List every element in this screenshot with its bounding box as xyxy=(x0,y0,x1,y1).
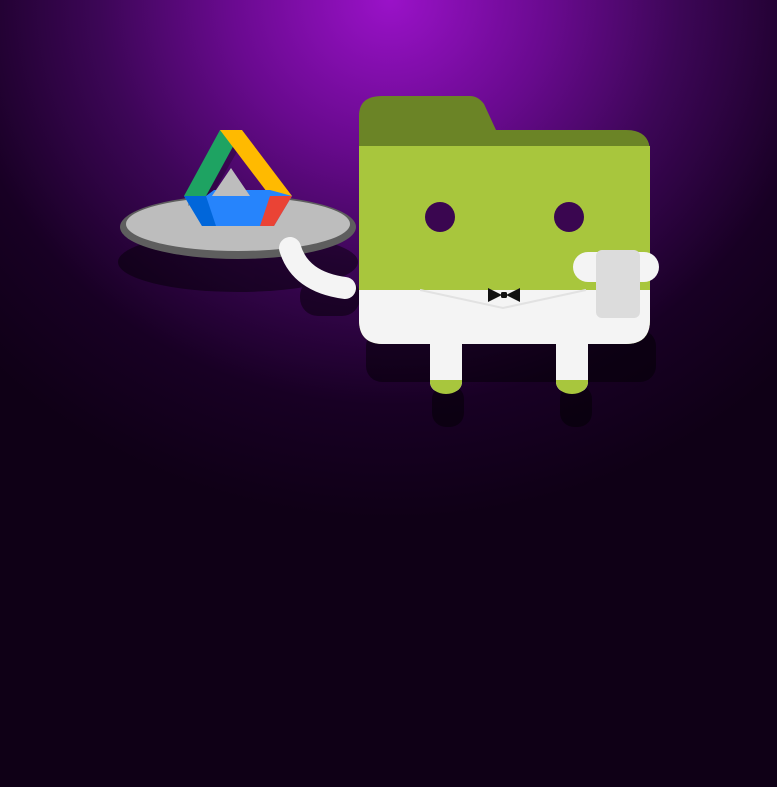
folder-waiter-illustration xyxy=(118,96,659,427)
napkin xyxy=(596,250,640,318)
left-eye xyxy=(425,202,455,232)
google-drive-icon xyxy=(184,130,292,226)
right-eye xyxy=(554,202,584,232)
illustration-canvas xyxy=(0,0,777,787)
